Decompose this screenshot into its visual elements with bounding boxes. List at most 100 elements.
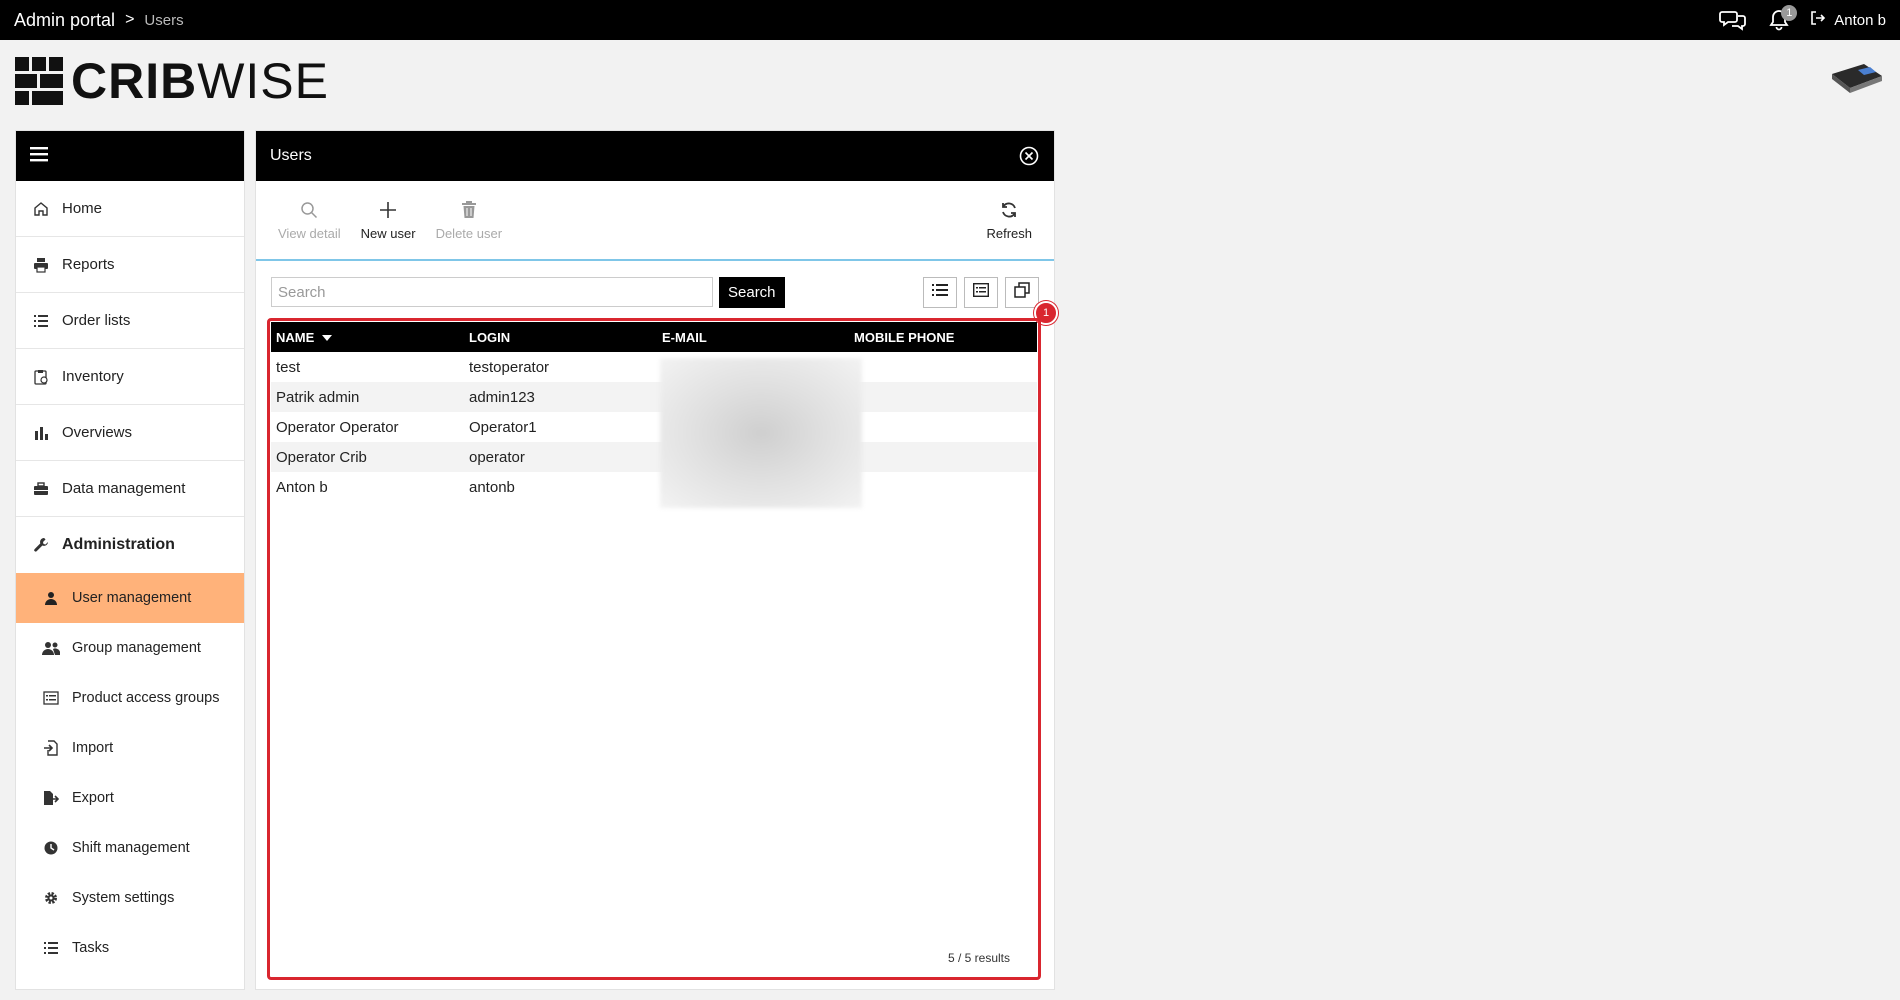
sidebar-item-inventory[interactable]: Inventory	[16, 349, 244, 405]
notification-badge: 1	[1781, 5, 1798, 21]
sidebar-item-label: Order lists	[62, 312, 131, 329]
view-detail-button[interactable]: View detail	[268, 200, 351, 241]
table-row[interactable]: test testoperator	[271, 352, 1037, 382]
detail-view-button[interactable]	[964, 276, 998, 308]
toolbar: View detail New user Delete user Refresh	[256, 181, 1054, 261]
new-user-label: New user	[360, 225, 416, 241]
results-count: 5 / 5 results	[947, 951, 1010, 965]
wrench-icon	[32, 536, 50, 554]
new-user-button[interactable]: New user	[351, 200, 426, 241]
copy-button[interactable]	[1005, 276, 1039, 308]
sidebar-item-shift-management[interactable]: Shift management	[16, 823, 244, 873]
top-bar: Admin portal > Users 1 Anton b	[0, 0, 1900, 40]
gear-icon	[42, 889, 60, 907]
sidebar-item-import[interactable]: Import	[16, 723, 244, 773]
breadcrumb-separator: >	[125, 11, 135, 28]
sidebar-item-label: User management	[72, 590, 192, 606]
email-redaction-blur	[660, 358, 862, 508]
cell-mobile	[849, 352, 1037, 382]
logo-mark-icon	[15, 57, 63, 105]
sidebar-item-reports[interactable]: Reports	[16, 237, 244, 293]
sidebar-item-user-management[interactable]: User management	[16, 573, 244, 623]
sidebar-item-administration[interactable]: Administration	[16, 517, 244, 573]
table-row[interactable]: Operator Crib operator	[271, 442, 1037, 472]
list-view-button[interactable]	[923, 276, 957, 308]
table-row[interactable]: Patrik admin admin123	[271, 382, 1037, 412]
refresh-label: Refresh	[986, 225, 1032, 241]
hamburger-icon[interactable]	[30, 146, 50, 167]
briefcase-icon	[32, 480, 50, 498]
user-menu[interactable]: Anton b	[1810, 10, 1886, 30]
sidebar-item-home[interactable]: Home	[16, 181, 244, 237]
breadcrumb-root[interactable]: Admin portal	[14, 10, 115, 31]
sidebar-item-label: Shift management	[72, 840, 190, 856]
user-name: Anton b	[1834, 11, 1886, 29]
sidebar-item-label: Product access groups	[72, 690, 220, 706]
users-icon	[42, 639, 60, 657]
sidebar-item-group-management[interactable]: Group management	[16, 623, 244, 673]
sidebar-item-export[interactable]: Export	[16, 773, 244, 823]
export-icon	[42, 789, 60, 807]
list-icon	[932, 283, 948, 302]
printer-icon	[32, 256, 50, 274]
refresh-button[interactable]: Refresh	[976, 200, 1042, 241]
sidebar: Home Reports Order lists Inventory Overv…	[15, 130, 245, 990]
trash-icon	[459, 200, 479, 220]
search-icon	[299, 200, 319, 220]
cell-login: admin123	[469, 388, 535, 406]
sidebar-item-data-management[interactable]: Data management	[16, 461, 244, 517]
users-table: NAME LOGIN E-MAIL MOBILE PHONE test testo…	[271, 322, 1037, 502]
user-icon	[42, 589, 60, 607]
import-icon	[42, 739, 60, 757]
column-header-name[interactable]: NAME	[271, 322, 464, 352]
bell-icon[interactable]: 1	[1764, 5, 1798, 33]
list-icon	[32, 312, 50, 330]
bar-chart-icon	[32, 424, 50, 442]
clock-icon	[42, 839, 60, 857]
sidebar-item-overviews[interactable]: Overviews	[16, 405, 244, 461]
search-button[interactable]: Search	[719, 276, 785, 308]
table-row[interactable]: Anton b antonb	[271, 472, 1037, 502]
cell-name: Operator Crib	[276, 448, 367, 466]
list-box-icon	[972, 282, 990, 302]
sidebar-item-product-access-groups[interactable]: Product access groups	[16, 673, 244, 723]
cell-login: Operator1	[469, 418, 537, 436]
table-row[interactable]: Operator Operator Operator1	[271, 412, 1037, 442]
list-box-icon	[42, 689, 60, 707]
sidebar-item-label: Group management	[72, 640, 201, 656]
users-panel: Users View detail New user Delete user R…	[255, 130, 1058, 990]
column-header-login[interactable]: LOGIN	[464, 322, 657, 352]
sidebar-item-label: Home	[62, 200, 103, 217]
sidebar-item-order-lists[interactable]: Order lists	[16, 293, 244, 349]
cell-login: testoperator	[469, 358, 550, 376]
copy-icon	[1014, 281, 1030, 303]
cell-name: Anton b	[276, 478, 328, 496]
sidebar-item-system-settings[interactable]: System settings	[16, 873, 244, 923]
cell-mobile	[849, 442, 1037, 472]
close-icon[interactable]	[1018, 145, 1040, 167]
cell-mobile	[849, 472, 1037, 502]
sidebar-header	[16, 131, 244, 181]
delete-user-label: Delete user	[435, 225, 503, 241]
cell-login: operator	[469, 448, 525, 466]
cell-name: test	[276, 358, 301, 376]
column-header-mobile-phone[interactable]: MOBILE PHONE	[849, 322, 1037, 352]
search-input[interactable]	[271, 277, 713, 307]
users-grid: NAME LOGIN E-MAIL MOBILE PHONE test testo…	[267, 318, 1041, 980]
panel-title: Users	[270, 147, 312, 164]
cell-name: Patrik admin	[276, 388, 360, 406]
column-header-email[interactable]: E-MAIL	[657, 322, 849, 352]
logout-icon[interactable]	[1810, 10, 1826, 30]
tasks-icon	[42, 939, 60, 957]
sidebar-item-label: System settings	[72, 890, 175, 906]
breadcrumb-current: Users	[144, 11, 184, 29]
chat-icon[interactable]	[1718, 7, 1748, 33]
cribwise-logo: CRIBWISE	[15, 56, 329, 106]
view-toggle-group	[923, 276, 1039, 308]
sort-down-icon	[322, 335, 333, 342]
panel-header: Users	[256, 131, 1054, 181]
refresh-icon	[999, 200, 1019, 220]
sidebar-item-tasks[interactable]: Tasks	[16, 923, 244, 973]
cell-mobile	[849, 382, 1037, 412]
delete-user-button[interactable]: Delete user	[426, 200, 512, 241]
